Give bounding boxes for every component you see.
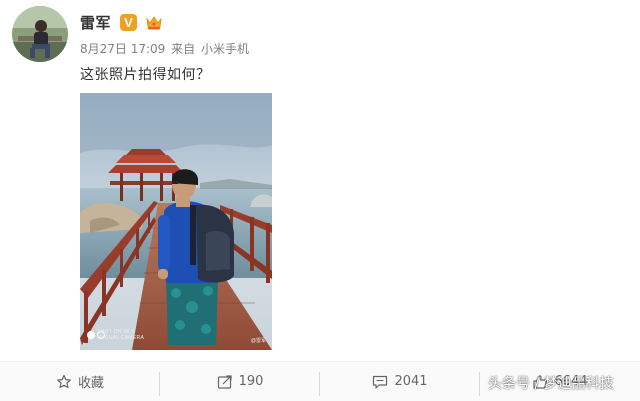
comment-icon <box>373 375 388 389</box>
source-device-link[interactable]: 小米手机 <box>201 42 249 56</box>
verified-badge-icon[interactable]: V <box>120 13 138 31</box>
star-icon <box>57 374 71 388</box>
source-watermark: 头条号 / 梦迪品科技 <box>488 376 614 392</box>
watermark-line2: MI DUAL CAMERA <box>97 335 145 341</box>
photo-image <box>80 93 272 350</box>
post-timestamp[interactable]: 8月27日 17:09 <box>80 42 165 56</box>
username[interactable]: 雷军 <box>80 12 111 33</box>
share-count: 190 <box>238 374 264 389</box>
comment-count: 2041 <box>394 374 428 389</box>
favorite-button[interactable]: 收藏 <box>0 362 160 401</box>
post-text: 这张照片拍得如何？ <box>80 67 211 83</box>
photo-watermark: SHOT ON MI 6 MI DUAL CAMERA <box>97 329 144 341</box>
share-button[interactable]: 190 <box>160 362 320 401</box>
avatar-image <box>12 6 68 62</box>
crown-icon[interactable] <box>145 13 163 31</box>
share-icon <box>217 374 232 389</box>
comment-button[interactable]: 2041 <box>320 362 480 401</box>
photo-credit: @雷军 <box>250 338 266 344</box>
avatar[interactable] <box>12 6 68 62</box>
source-prefix: 来自 <box>171 42 196 56</box>
name-row: 雷军 V <box>80 12 163 32</box>
favorite-label: 收藏 <box>77 376 104 391</box>
camera-dot-icon <box>87 331 95 339</box>
post-meta: 8月27日 17:09 来自 小米手机 <box>80 40 251 57</box>
post-photo[interactable]: SHOT ON MI 6 MI DUAL CAMERA @雷军 <box>80 93 272 350</box>
